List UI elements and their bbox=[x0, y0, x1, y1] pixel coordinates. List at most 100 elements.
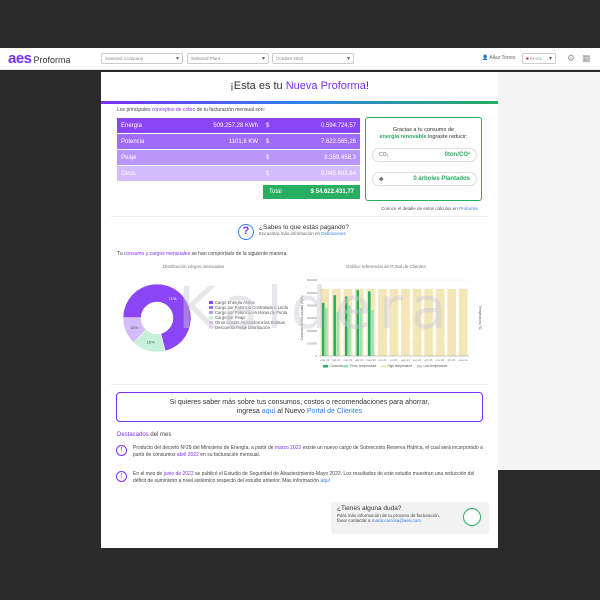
legend-swatch bbox=[209, 301, 213, 304]
help-title: ¿Tienes alguna duda? bbox=[337, 505, 402, 512]
bar-consumo bbox=[321, 302, 325, 356]
bar-high-temperature bbox=[401, 288, 410, 356]
logo-proforma: Proforma bbox=[33, 55, 71, 65]
table-row: Otros $ 8.045.683,84 bbox=[117, 166, 360, 181]
trees-pill: ♣ 0 árboles Plantados bbox=[372, 172, 477, 186]
help-email-link[interactable]: maria.carrosa@aes.com bbox=[372, 518, 421, 523]
bar-high-temperature bbox=[320, 288, 330, 356]
x-tick-label: abr 21 bbox=[355, 358, 364, 362]
y-axis-label: Consumo de Electricidad (kWh) bbox=[300, 296, 304, 341]
help-chat-icon[interactable] bbox=[463, 508, 481, 526]
country-select[interactable]: ■ es-CL bbox=[522, 53, 556, 64]
bar-chart-title: Gráfico referencial de Portal de Cliente… bbox=[346, 264, 426, 269]
bar-high-temperature bbox=[458, 288, 468, 356]
donut-legend: Cargo Energía Activa Cargo por Potencia C… bbox=[209, 300, 288, 330]
gear-icon[interactable]: ⚙ bbox=[567, 53, 575, 64]
legend-label: High temperature bbox=[388, 364, 413, 368]
y-tick-label: 100000 bbox=[307, 342, 317, 346]
menu-grid-icon[interactable]: ▦ bbox=[582, 53, 591, 64]
page-title: ¡Esta es tu Nueva Proforma! bbox=[230, 80, 369, 92]
y-tick-label: 600000 bbox=[307, 278, 317, 282]
legend-swatch bbox=[209, 326, 213, 329]
total-row: Total $ 54.622.431,77 bbox=[263, 185, 360, 199]
co2-value: 0ton/CO² bbox=[444, 152, 470, 158]
y-tick-label: 200000 bbox=[307, 329, 317, 333]
x-tick-label: jun 21 bbox=[377, 358, 387, 362]
co2-pill: CO₂ 0ton/CO² bbox=[372, 148, 477, 162]
calc-details: Conoce el detalle de estos cálculos en P… bbox=[381, 206, 478, 211]
bar-high-temperature bbox=[424, 288, 433, 356]
question-block: ¿Sabes lo que estás pagando? Encuentra m… bbox=[259, 224, 349, 236]
trees-value: 0 árboles Plantados bbox=[413, 176, 470, 182]
bar-consumo bbox=[333, 295, 336, 356]
divider bbox=[111, 216, 488, 217]
question-icon: ? bbox=[238, 224, 254, 240]
concepts-link[interactable]: conceptos de cobro bbox=[152, 107, 196, 113]
y2-axis-label: Temperatura (°C) bbox=[478, 306, 482, 330]
notice-item: ! Producto del decreto Nº29 del Minister… bbox=[116, 445, 483, 458]
proforma-link[interactable]: Proforma bbox=[459, 206, 478, 211]
user-name: Aliaz Torres bbox=[489, 55, 516, 61]
x-tick-label: mar 21 bbox=[343, 358, 353, 362]
concepts-intro: Los principales conceptos de cobro de tu… bbox=[117, 107, 265, 113]
x-tick-label: ene 21 bbox=[320, 358, 330, 362]
company-select[interactable]: Selected Company bbox=[101, 53, 183, 64]
bar-high-temperature bbox=[447, 288, 457, 356]
co2-icon: CO₂ bbox=[379, 152, 389, 158]
question-title: ¿Sabes lo que estás pagando? bbox=[259, 224, 349, 231]
table-row: Energía 509.257,28 KWh $ 0.594.724,57 bbox=[117, 118, 360, 133]
portal-here-link[interactable]: aquí bbox=[262, 408, 276, 415]
bar-prom-temperatura bbox=[348, 305, 351, 356]
user-icon: 👤 bbox=[482, 55, 489, 61]
flag-icon: ■ bbox=[526, 56, 529, 61]
table-row: Peaje $ 8.359.458,3 bbox=[117, 150, 360, 165]
question-sub: Encuentra más información en Definicione… bbox=[259, 231, 346, 236]
legend-swatch bbox=[209, 321, 213, 324]
x-tick-label: may 21 bbox=[366, 358, 376, 362]
renewable-box: Gracias a tu consumo de energía renovabl… bbox=[365, 117, 482, 201]
legend-swatch bbox=[417, 365, 422, 368]
period-select[interactable]: Octubre 2022 bbox=[272, 53, 354, 64]
legend-swatch bbox=[209, 306, 213, 309]
highlights-title: Destacados del mes bbox=[117, 432, 172, 438]
legend-item: Descuento Peaje Distribución bbox=[209, 325, 288, 330]
x-tick-label: oct 21 bbox=[425, 358, 434, 362]
legend-swatch bbox=[343, 365, 349, 368]
portal-clientes-link[interactable]: Portal de Clientes bbox=[307, 408, 362, 415]
bar-consumo bbox=[368, 291, 371, 356]
user-menu[interactable]: 👤 Aliaz Torres bbox=[482, 55, 515, 61]
x-tick-label: sep 21 bbox=[413, 358, 422, 362]
total-label: Total bbox=[269, 189, 282, 195]
bar-high-temperature bbox=[378, 288, 387, 356]
monthly-intro: Tu consumo y cargos mensuales se han com… bbox=[117, 251, 288, 257]
bar-high-temperature bbox=[366, 288, 376, 356]
legend-label: Prom. temperatura bbox=[350, 364, 377, 368]
proforma-page: ¡Esta es tu Nueva Proforma! Los principa… bbox=[101, 72, 498, 548]
right-gutter bbox=[498, 72, 600, 470]
legend-swatch bbox=[209, 311, 213, 314]
y-tick-label: 300000 bbox=[307, 316, 317, 320]
legend-label: Consumo bbox=[330, 364, 344, 368]
bar-consumo bbox=[356, 290, 360, 356]
legend-swatch bbox=[209, 316, 213, 319]
consumption-bar-chart: 0 100000 200000 300000 400000 500000 600000 ene… bbox=[300, 278, 482, 368]
monthly-link[interactable]: consumo y cargos mensuales bbox=[124, 251, 190, 257]
title-gradient-line bbox=[101, 101, 498, 104]
total-value: $ 54.622.431,77 bbox=[310, 189, 354, 195]
help-box: ¿Tienes alguna duda? Para más informació… bbox=[331, 502, 489, 534]
bar-prom-temperatura bbox=[325, 307, 328, 356]
portal-info-box: Si quieres saber más sobre tus consumos,… bbox=[116, 392, 483, 422]
legend-swatch bbox=[323, 365, 328, 368]
definitions-link[interactable]: Definiciones bbox=[321, 231, 346, 236]
y-tick-label: 400000 bbox=[307, 304, 317, 308]
renewable-text: Gracias a tu consumo de energía renovabl… bbox=[379, 127, 468, 140]
bar-consumo bbox=[344, 296, 348, 356]
bar-high-temperature bbox=[331, 288, 341, 356]
aes-logo[interactable]: aes Proforma bbox=[8, 50, 71, 67]
divider bbox=[111, 384, 488, 385]
notice-item: ! En el mes de junio de 2022 se publicó … bbox=[116, 471, 483, 484]
bar-prom-temperatura bbox=[359, 307, 363, 356]
table-row: Potencia 1101,6 KW $ 7.622.565,26 bbox=[117, 134, 360, 149]
donut-chart: 71% 16% 13% bbox=[122, 283, 192, 353]
plant-select[interactable]: Selected Plant bbox=[187, 53, 269, 64]
